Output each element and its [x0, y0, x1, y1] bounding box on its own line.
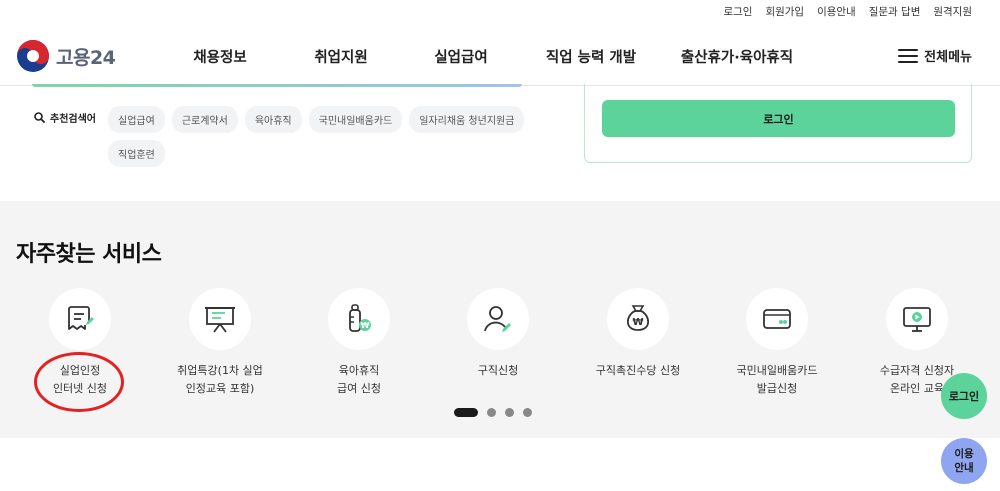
util-remote-support-link[interactable]: 원격지원 [933, 4, 972, 19]
svg-text:₩: ₩ [632, 317, 643, 328]
nav-item-vocational-training[interactable]: 직업 능력 개발 [520, 46, 662, 67]
util-signup-link[interactable]: 회원가입 [765, 4, 804, 19]
svg-text:₩: ₩ [361, 321, 370, 330]
service-item-learning-card[interactable]: 국민내일배움카드 발급신청 [707, 288, 847, 398]
floating-login-button[interactable]: 로그인 [941, 373, 987, 419]
recommended-label-text: 추천검색어 [50, 114, 96, 125]
keyword-tag[interactable]: 국민내일배움카드 [308, 106, 403, 133]
highlight-circle [34, 352, 124, 412]
service-item-job-application[interactable]: 구직신청 [428, 288, 568, 380]
main-nav: 채용정보 취업지원 실업급여 직업 능력 개발 출산휴가·육아휴직 [160, 46, 812, 67]
keyword-tag[interactable]: 실업급여 [108, 106, 165, 133]
pagination-dot[interactable] [505, 408, 514, 417]
carousel-pagination [454, 408, 532, 417]
money-bag-won-icon: ₩ [607, 288, 669, 350]
section-title: 자주찾는 서비스 [16, 242, 162, 267]
baby-bottle-won-icon: ₩ [328, 288, 390, 350]
document-edit-icon [49, 288, 111, 350]
service-item-parental-leave-benefit[interactable]: ₩ 육아휴직 급여 신청 [289, 288, 429, 398]
presentation-board-icon [189, 288, 251, 350]
login-button[interactable]: 로그인 [602, 100, 955, 137]
keyword-tag[interactable]: 육아휴직 [244, 106, 302, 133]
keyword-tag-list: 실업급여 근로계약서 육아휴직 국민내일배움카드 일자리채움 청년지원금 직업훈… [108, 106, 548, 167]
taegeuk-logo-icon [17, 40, 49, 72]
all-menu-label: 전체메뉴 [924, 50, 972, 65]
util-login-link[interactable]: 로그인 [723, 4, 752, 19]
service-label: 구직신청 [477, 364, 519, 377]
service-label: 구직촉진수당 신청 [595, 364, 681, 377]
frequent-services-section: 자주찾는 서비스 실업인정 인터넷 신청 취업특강(1차 실업 인정교육 포함) [0, 201, 1000, 438]
keyword-tag[interactable]: 일자리채움 청년지원금 [409, 106, 525, 133]
service-label: 취업특강(1차 실업 인정교육 포함) [177, 364, 263, 395]
nav-item-employment-support[interactable]: 취업지원 [280, 46, 402, 67]
card-icon [746, 288, 808, 350]
util-qna-link[interactable]: 질문과 답변 [869, 4, 921, 19]
pagination-dot[interactable] [523, 408, 532, 417]
nav-item-maternity-leave[interactable]: 출산휴가·육아휴직 [662, 46, 812, 67]
utility-nav: 로그인 회원가입 이용안내 질문과 답변 원격지원 [723, 4, 972, 19]
nav-item-unemployment-benefit[interactable]: 실업급여 [402, 46, 520, 67]
service-item-employment-lecture[interactable]: 취업특강(1차 실업 인정교육 포함) [150, 288, 290, 398]
nav-item-jobs[interactable]: 채용정보 [160, 46, 280, 67]
service-item-job-seeking-allowance[interactable]: ₩ 구직촉진수당 신청 [568, 288, 708, 380]
all-menu-button[interactable]: 전체메뉴 [898, 46, 972, 65]
keyword-tag[interactable]: 근로계약서 [171, 106, 238, 133]
util-guide-link[interactable]: 이용안내 [817, 4, 856, 19]
search-icon [34, 112, 45, 123]
floating-guide-button[interactable]: 이용 안내 [941, 438, 987, 484]
pagination-dot[interactable] [487, 408, 496, 417]
person-edit-icon [467, 288, 529, 350]
site-header: 고용24 채용정보 취업지원 실업급여 직업 능력 개발 출산휴가·육아휴직 전… [0, 26, 1000, 86]
service-label: 육아휴직 급여 신청 [337, 364, 381, 395]
login-panel: 로그인 [584, 84, 972, 163]
search-box-edge [32, 84, 522, 87]
pagination-dot-active[interactable] [454, 408, 478, 417]
keyword-tag[interactable]: 직업훈련 [108, 140, 165, 167]
site-logo[interactable]: 고용24 [16, 39, 116, 73]
hamburger-icon [898, 48, 919, 63]
monitor-play-icon [886, 288, 948, 350]
service-label: 국민내일배움카드 발급신청 [736, 364, 818, 395]
logo-text: 고용24 [56, 46, 116, 69]
recommended-label: 추천검색어 [34, 110, 96, 125]
